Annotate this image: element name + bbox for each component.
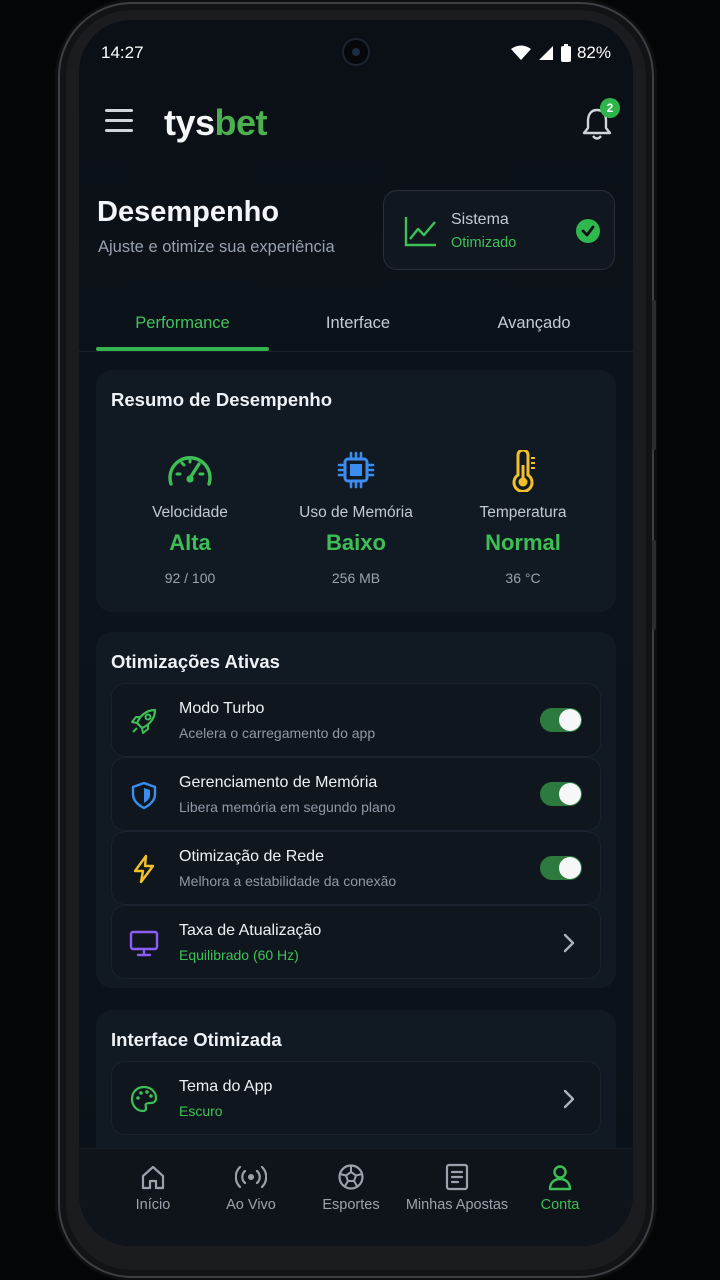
nav-label: Início [135, 1197, 171, 1213]
metric-value: Normal [485, 530, 561, 555]
metric-label: Uso de Memória [299, 504, 413, 521]
active-tab-indicator [96, 347, 269, 351]
user-icon [548, 1165, 572, 1191]
chevron-right-icon [563, 933, 575, 953]
metric-label: Temperatura [479, 504, 567, 521]
signal-icon [538, 46, 553, 60]
nav-my-bets[interactable]: Minhas Apostas [401, 1163, 513, 1213]
metric-detail: 256 MB [331, 570, 381, 586]
nav-sports[interactable]: Esportes [305, 1163, 397, 1213]
optimizations-title: Otimizações Ativas [111, 651, 280, 672]
power-button [652, 540, 656, 630]
list-item-turbo-mode[interactable]: Modo Turbo Acelera o carregamento do app [111, 683, 601, 757]
check-icon [576, 219, 600, 243]
chevron-right-icon [563, 1089, 575, 1109]
active-optimizations-card: Otimizações Ativas Modo Turbo Acelera o … [96, 632, 616, 988]
metric-detail: 36 °C [505, 570, 541, 586]
interface-title: Interface Otimizada [111, 1029, 282, 1050]
item-title: Otimização de Rede [179, 848, 324, 865]
nav-label: Minhas Apostas [405, 1197, 509, 1213]
list-item-app-theme[interactable]: Tema do App Escuro [111, 1061, 601, 1135]
tab-bar: Performance Interface Avançado [79, 310, 633, 352]
nav-live[interactable]: Ao Vivo [205, 1163, 297, 1213]
app-logo: tysbet [164, 102, 268, 143]
battery-icon [560, 44, 571, 62]
battery-percent: 82% [576, 43, 611, 62]
system-status: Otimizado [451, 235, 517, 251]
lightning-icon [133, 854, 155, 884]
status-indicators: 82% [510, 43, 611, 63]
list-item-network-optimization[interactable]: Otimização de Rede Melhora a estabilidad… [111, 831, 601, 905]
item-title: Gerenciamento de Memória [179, 774, 378, 791]
nav-account[interactable]: Conta [515, 1163, 605, 1213]
app-screen: 14:27 82% tysbet 2 Desempenho Ajuste e o… [79, 20, 633, 1246]
metric-label: Velocidade [152, 504, 228, 521]
item-subtitle: Escuro [179, 1103, 223, 1119]
item-title: Tema do App [179, 1078, 273, 1095]
thermometer-icon [512, 450, 535, 492]
metric-value: Alta [169, 530, 211, 555]
list-item-refresh-rate[interactable]: Taxa de Atualização Equilibrado (60 Hz) [111, 905, 601, 979]
shield-icon [131, 781, 157, 810]
soccer-ball-icon [338, 1164, 364, 1190]
metric-temperature: Temperatura Normal 36 °C [443, 450, 603, 586]
home-icon [141, 1165, 165, 1190]
nav-label: Ao Vivo [226, 1197, 276, 1213]
metric-value: Baixo [326, 530, 386, 555]
tab-interface[interactable]: Interface [279, 314, 437, 333]
broadcast-icon [235, 1165, 267, 1189]
item-subtitle: Equilibrado (60 Hz) [179, 947, 299, 963]
app-header: tysbet 2 [79, 98, 633, 144]
item-subtitle: Acelera o carregamento do app [179, 725, 376, 741]
system-status-card: Sistema Otimizado [383, 190, 615, 270]
tab-performance[interactable]: Performance [96, 314, 269, 333]
palette-icon [130, 1085, 158, 1113]
speedometer-icon [168, 456, 212, 486]
turbo-toggle[interactable] [540, 708, 582, 732]
chart-line-icon [404, 217, 436, 247]
nav-home[interactable]: Início [107, 1163, 199, 1213]
tab-advanced[interactable]: Avançado [454, 314, 614, 333]
page-subtitle: Ajuste e otimize sua experiência [98, 238, 335, 256]
receipt-icon [445, 1163, 469, 1191]
front-camera [342, 38, 370, 66]
monitor-icon [129, 930, 159, 957]
status-time: 14:27 [101, 43, 144, 62]
item-title: Modo Turbo [179, 700, 265, 717]
metric-memory: Uso de Memória Baixo 256 MB [276, 450, 436, 586]
page-title: Desempenho [97, 196, 280, 228]
nav-label: Esportes [322, 1197, 380, 1213]
wifi-icon [510, 45, 531, 60]
memory-toggle[interactable] [540, 782, 582, 806]
summary-title: Resumo de Desempenho [111, 389, 333, 410]
item-title: Taxa de Atualização [179, 922, 322, 939]
rocket-icon [131, 708, 157, 734]
metric-detail: 92 / 100 [164, 570, 216, 586]
notification-badge: 2 [600, 98, 620, 118]
list-item-memory-management[interactable]: Gerenciamento de Memória Libera memória … [111, 757, 601, 831]
network-toggle[interactable] [540, 856, 582, 880]
menu-icon[interactable] [105, 109, 133, 133]
item-subtitle: Melhora a estabilidade da conexão [179, 873, 397, 889]
item-subtitle: Libera memória em segundo plano [179, 799, 396, 815]
volume-button [652, 300, 656, 450]
metric-speed: Velocidade Alta 92 / 100 [110, 450, 270, 586]
nav-label: Conta [540, 1197, 580, 1213]
bottom-navigation: Início Ao Vivo Esportes Minhas Apostas C… [79, 1148, 633, 1246]
chip-icon [337, 451, 375, 489]
performance-summary-card: Resumo de Desempenho Velocidade Alta 92 … [96, 370, 616, 612]
system-label: Sistema [451, 211, 509, 228]
